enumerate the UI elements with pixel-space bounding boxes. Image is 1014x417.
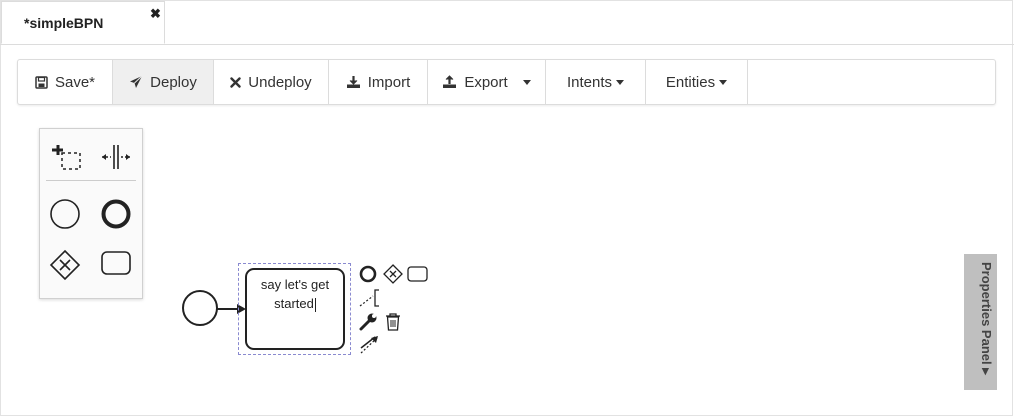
tab-close-icon[interactable]: ✖	[150, 6, 161, 22]
chevron-down-icon	[522, 79, 531, 85]
task-label-line1: say let's get	[260, 277, 330, 292]
save-label: Save*	[54, 73, 96, 91]
import-label: Import	[367, 73, 411, 91]
task-say-lets-get-started[interactable]: say let's get started	[245, 268, 345, 350]
space-tool-icon[interactable]	[100, 143, 132, 171]
start-event-icon[interactable]	[49, 198, 81, 230]
undeploy-label: Undeploy	[248, 73, 312, 91]
tab-simplebpn[interactable]: *simpleBPN ✖	[1, 1, 165, 44]
append-end-event-icon[interactable]	[359, 265, 377, 283]
intents-label: Intents	[566, 73, 613, 91]
save-button[interactable]: Save*	[18, 60, 113, 104]
save-icon	[35, 75, 48, 89]
chevron-down-icon	[616, 79, 625, 85]
append-task-icon[interactable]	[407, 265, 429, 283]
tab-bar: *simpleBPN ✖	[0, 0, 1014, 45]
tab-title: *simpleBPN	[24, 15, 104, 31]
undeploy-button[interactable]: Undeploy	[214, 60, 329, 104]
export-label: Export	[464, 73, 508, 91]
connect-icon[interactable]	[359, 335, 381, 355]
end-event-icon[interactable]	[100, 198, 132, 230]
palette-separator	[46, 180, 136, 181]
task-label-line2: started	[274, 296, 314, 311]
text-annotation-icon[interactable]	[359, 288, 381, 308]
intents-dropdown[interactable]: Intents	[546, 60, 646, 104]
send-icon	[130, 75, 143, 88]
entities-label: Entities	[665, 73, 716, 91]
chevron-down-icon	[719, 79, 728, 85]
import-button[interactable]: Import	[329, 60, 428, 104]
task-label[interactable]: say let's get started	[247, 275, 343, 313]
deploy-label: Deploy	[150, 73, 197, 91]
text-cursor	[314, 297, 316, 312]
export-button[interactable]: Export	[428, 60, 546, 104]
trash-icon[interactable]	[384, 312, 402, 332]
task-icon[interactable]	[100, 249, 132, 277]
toolbar: Save* Deploy Undeploy Import Export Inte…	[17, 59, 996, 105]
gateway-icon[interactable]	[49, 249, 81, 281]
properties-panel-label: Properties Panel ▸	[979, 262, 994, 375]
properties-panel-toggle[interactable]: Properties Panel ▸	[964, 254, 997, 390]
upload-icon	[443, 75, 457, 88]
deploy-button[interactable]: Deploy	[113, 60, 214, 104]
append-gateway-icon[interactable]	[383, 264, 403, 284]
tool-palette	[39, 128, 143, 299]
lasso-tool-icon[interactable]	[50, 143, 82, 171]
wrench-icon[interactable]	[359, 312, 379, 332]
entities-dropdown[interactable]: Entities	[646, 60, 748, 104]
download-icon	[346, 76, 360, 88]
times-icon	[230, 76, 241, 88]
start-event[interactable]	[182, 290, 218, 326]
